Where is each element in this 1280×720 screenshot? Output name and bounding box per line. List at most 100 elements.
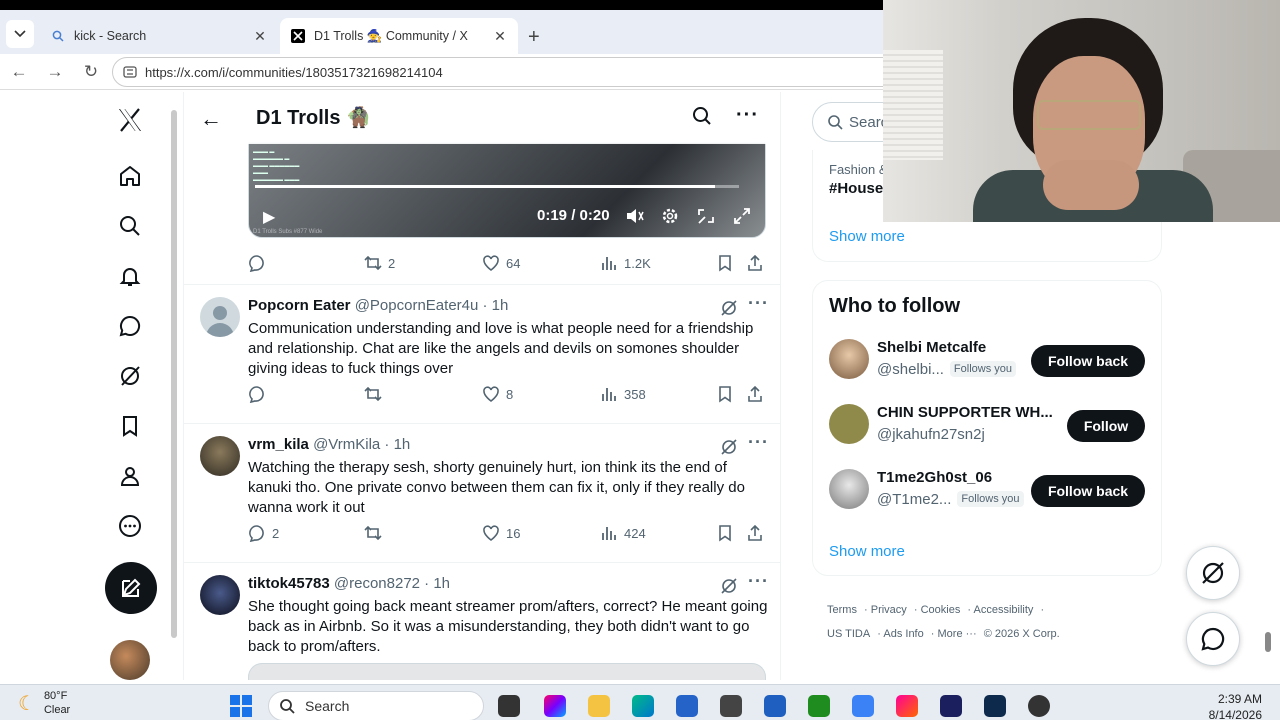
user-avatar[interactable] xyxy=(829,469,869,509)
app-icon[interactable] xyxy=(720,695,742,717)
views-button[interactable]: 424 xyxy=(600,524,646,542)
url-field[interactable]: https://x.com/i/communities/180351732169… xyxy=(112,57,902,87)
weather-widget[interactable]: ☾ 80°F Clear xyxy=(18,689,70,717)
like-button[interactable]: 16 xyxy=(482,524,520,542)
user-name[interactable]: CHIN SUPPORTER WH... xyxy=(877,404,1053,421)
views-button[interactable]: 1.2K xyxy=(600,254,651,272)
share-button[interactable] xyxy=(746,524,764,542)
follow-button[interactable]: Follow xyxy=(1067,410,1145,442)
author-avatar[interactable] xyxy=(200,436,240,476)
author-name[interactable]: tiktok45783 xyxy=(248,575,330,592)
repost-button[interactable]: 2 xyxy=(364,254,395,272)
app-icon[interactable] xyxy=(764,695,786,717)
ustida-link[interactable]: US TIDA xyxy=(827,628,870,640)
volume-icon[interactable] xyxy=(625,207,645,230)
author-avatar[interactable] xyxy=(200,575,240,615)
reply-button[interactable]: 2 xyxy=(248,524,279,542)
user-avatar[interactable] xyxy=(829,339,869,379)
outlook-icon[interactable] xyxy=(852,695,874,717)
share-button[interactable] xyxy=(746,254,764,272)
back-icon[interactable]: ← xyxy=(8,62,30,82)
reload-icon[interactable]: ↻ xyxy=(80,62,102,82)
bookmarks-icon[interactable] xyxy=(116,412,144,440)
tab-kick-search[interactable]: kick - Search ✕ xyxy=(40,18,278,54)
compose-post-button[interactable] xyxy=(105,562,157,614)
new-tab-button[interactable]: + xyxy=(528,26,540,49)
follow-suggestion[interactable]: CHIN SUPPORTER WH... @jkahufn27sn2j Foll… xyxy=(813,394,1163,458)
play-icon[interactable]: ▶ xyxy=(263,207,275,227)
like-button[interactable]: 8 xyxy=(482,385,513,403)
user-name[interactable]: Shelbi Metcalfe xyxy=(877,339,986,356)
like-button[interactable]: 64 xyxy=(482,254,520,272)
grok-icon[interactable] xyxy=(116,362,144,390)
taskbar-search[interactable]: Search xyxy=(268,691,484,720)
post-more-icon[interactable]: ··· xyxy=(748,571,769,592)
account-avatar[interactable] xyxy=(110,640,150,680)
settings-gear-icon[interactable] xyxy=(661,207,679,230)
x-logo-icon[interactable] xyxy=(116,106,144,134)
repost-button[interactable] xyxy=(364,385,388,403)
scrollbar-thumb[interactable] xyxy=(171,110,177,638)
back-arrow-icon[interactable]: ← xyxy=(200,106,222,132)
show-more-trends-link[interactable]: Show more xyxy=(829,228,905,245)
repost-button[interactable] xyxy=(364,524,388,542)
follow-back-button[interactable]: Follow back xyxy=(1031,345,1145,377)
grok-float-button[interactable] xyxy=(1186,546,1240,600)
ads-info-link[interactable]: Ads Info xyxy=(883,628,923,640)
reply-button[interactable] xyxy=(248,385,272,403)
xbox-icon[interactable] xyxy=(808,695,830,717)
show-more-follow-link[interactable]: Show more xyxy=(829,543,905,560)
author-handle[interactable]: @PopcornEater4u · 1h xyxy=(355,297,509,314)
store-icon[interactable] xyxy=(676,695,698,717)
file-explorer-icon[interactable] xyxy=(588,695,610,717)
main-scrollbar[interactable] xyxy=(170,96,178,676)
post-item[interactable]: tiktok45783 @recon8272 · 1h ··· She thou… xyxy=(184,563,780,680)
forward-icon[interactable]: → xyxy=(44,62,66,82)
author-handle[interactable]: @VrmKila · 1h xyxy=(313,436,410,453)
messages-float-button[interactable] xyxy=(1186,612,1240,666)
picture-in-picture-icon[interactable] xyxy=(697,207,715,230)
terms-link[interactable]: Terms xyxy=(827,604,857,616)
author-name[interactable]: vrm_kila xyxy=(248,436,309,453)
tab-d1-trolls[interactable]: D1 Trolls 🧙 Community / X ✕ xyxy=(280,18,518,54)
scrollbar-thumb[interactable] xyxy=(1265,632,1271,652)
user-name[interactable]: T1me2Gh0st_06 xyxy=(877,469,992,486)
close-tab-icon[interactable]: ✕ xyxy=(492,28,508,45)
bookmark-button[interactable] xyxy=(716,254,734,272)
privacy-link[interactable]: Privacy xyxy=(871,604,907,616)
fullscreen-icon[interactable] xyxy=(733,207,751,230)
post-more-icon[interactable]: ··· xyxy=(748,432,769,453)
photoshop-icon[interactable] xyxy=(984,695,1006,717)
explore-icon[interactable] xyxy=(116,212,144,240)
more-icon[interactable] xyxy=(116,512,144,540)
post-item[interactable]: Popcorn Eater @PopcornEater4u · 1h ··· C… xyxy=(184,285,780,424)
cookies-link[interactable]: Cookies xyxy=(921,604,961,616)
post-media-preview[interactable] xyxy=(248,663,766,680)
tab-search-dropdown-button[interactable] xyxy=(6,20,34,48)
accessibility-link[interactable]: Accessibility xyxy=(974,604,1034,616)
views-button[interactable]: 358 xyxy=(600,385,646,403)
trend-item[interactable]: #House xyxy=(829,180,883,197)
more-link[interactable]: More ··· xyxy=(938,628,977,640)
bookmark-button[interactable] xyxy=(716,524,734,542)
post-item[interactable]: vrm_kila @VrmKila · 1h ··· Watching the … xyxy=(184,424,780,563)
video-player[interactable]: ▬▬▬ ▬ ▬▬▬▬▬▬ ▬ ▬▬▬ ▬▬▬▬▬▬ ▬▬▬ ▬▬▬▬▬▬ ▬▬▬ ▶ 0… xyxy=(248,142,766,238)
system-clock[interactable]: 2:39 AM 8/14/2026 xyxy=(1196,691,1262,720)
more-options-icon[interactable]: ··· xyxy=(736,104,759,127)
share-button[interactable] xyxy=(746,385,764,403)
home-icon[interactable] xyxy=(116,162,144,190)
video-progress-bar[interactable] xyxy=(255,185,739,188)
task-view-icon[interactable] xyxy=(498,695,520,717)
author-name[interactable]: Popcorn Eater xyxy=(248,297,351,314)
start-button[interactable] xyxy=(230,695,252,717)
obs-icon[interactable] xyxy=(1028,695,1050,717)
follow-suggestion[interactable]: Shelbi Metcalfe @shelbi... Follows you Fo… xyxy=(813,329,1163,393)
creative-cloud-icon[interactable] xyxy=(896,695,918,717)
default-avatar[interactable] xyxy=(200,297,240,337)
edge-icon[interactable] xyxy=(632,695,654,717)
profile-icon[interactable] xyxy=(116,462,144,490)
site-info-icon[interactable] xyxy=(123,65,137,79)
copilot-icon[interactable] xyxy=(544,695,566,717)
follow-back-button[interactable]: Follow back xyxy=(1031,475,1145,507)
author-handle[interactable]: @recon8272 · 1h xyxy=(334,575,450,592)
